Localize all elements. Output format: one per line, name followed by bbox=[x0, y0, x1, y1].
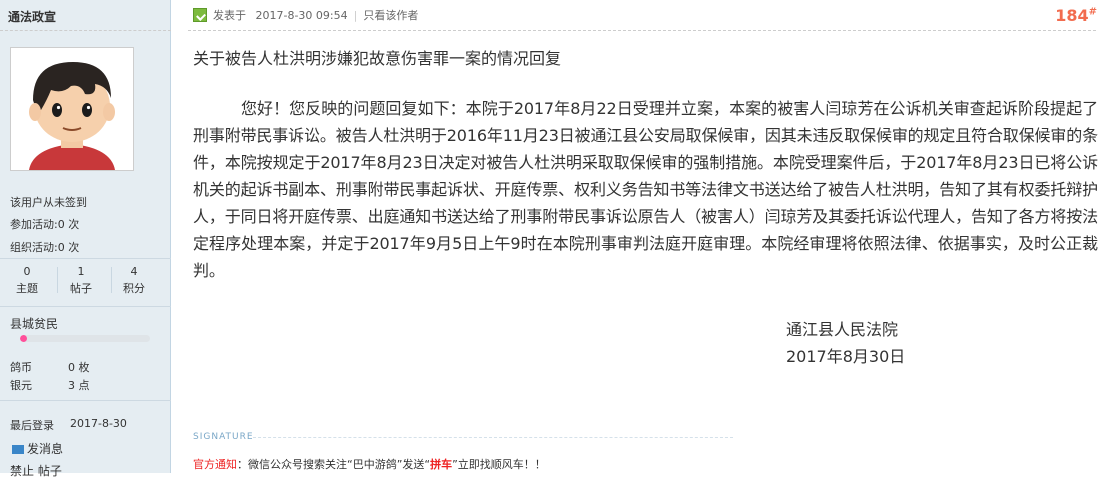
stat-topics-value: 0 bbox=[23, 265, 31, 278]
level-progress-bar bbox=[20, 335, 150, 342]
signer-org: 通江县人民法院 bbox=[786, 320, 899, 339]
stat-posts-value: 1 bbox=[77, 265, 85, 278]
signin-status: 该用户从未签到 bbox=[10, 196, 87, 209]
signature-label: SIGNATURE bbox=[193, 432, 254, 442]
author-sidebar: 通法政宣 该用户从未签到 参加活动:0 次 组织活动:0 次 0 主题 1 帖子… bbox=[0, 0, 171, 478]
pipe-divider: | bbox=[353, 9, 358, 22]
only-author-link[interactable]: 只看该作者 bbox=[363, 9, 418, 22]
user-level[interactable]: 县城贫民 bbox=[10, 315, 58, 332]
stat-points[interactable]: 4 积分 bbox=[114, 265, 154, 297]
signature-divider bbox=[253, 437, 733, 438]
send-message-button[interactable]: 发消息 bbox=[12, 440, 63, 457]
silver-value: 3 点 bbox=[68, 379, 90, 392]
divider bbox=[188, 30, 1096, 31]
envelope-icon bbox=[12, 445, 24, 454]
stat-posts-label: 帖子 bbox=[70, 282, 92, 295]
official-notice: 官方通知：微信公众号搜索关注“巴中游鸽”发送“拼车”立即找顺风车！！ bbox=[193, 456, 546, 472]
author-stats: 0 主题 1 帖子 4 积分 bbox=[0, 258, 171, 299]
floor-mark: # bbox=[1088, 6, 1097, 18]
online-status-icon bbox=[193, 8, 207, 22]
stat-topics[interactable]: 0 主题 bbox=[7, 265, 47, 297]
avatar[interactable] bbox=[10, 47, 134, 171]
divider bbox=[0, 30, 171, 31]
stat-points-value: 4 bbox=[130, 265, 138, 278]
divider bbox=[111, 267, 112, 293]
notice-highlight: 拼车 bbox=[430, 458, 453, 471]
stat-posts[interactable]: 1 帖子 bbox=[61, 265, 101, 297]
notice-text-1: ：微信公众号搜索关注“巴中游鸽”发送“ bbox=[237, 458, 431, 471]
divider bbox=[0, 400, 171, 401]
floor-number[interactable]: 184# bbox=[1055, 6, 1097, 25]
floor-number-value: 184 bbox=[1055, 6, 1089, 25]
posted-time: 2017-8-30 09:54 bbox=[255, 9, 348, 22]
last-login-label: 最后登录 bbox=[10, 419, 54, 432]
post-signer: 通江县人民法院 2017年8月30日 bbox=[786, 316, 905, 370]
coins-value: 0 枚 bbox=[68, 361, 90, 374]
posted-label: 发表于 bbox=[213, 9, 246, 22]
post-body: 您好！您反映的问题回复如下：本院于2017年8月22日受理并立案，本案的被害人闫… bbox=[193, 99, 1098, 280]
stat-topics-label: 主题 bbox=[16, 282, 38, 295]
activity-organize: 组织活动:0 次 bbox=[10, 241, 80, 254]
coins-label: 鸽币 bbox=[10, 361, 32, 374]
post-meta: 发表于 2017-8-30 09:54 | 只看该作者 bbox=[193, 7, 418, 25]
signer-date: 2017年8月30日 bbox=[786, 347, 906, 366]
divider bbox=[0, 306, 171, 307]
stat-points-label: 积分 bbox=[123, 282, 145, 295]
notice-text-2: ”立即找顺风车！！ bbox=[452, 458, 546, 471]
bottom-links[interactable]: 禁止 帖子 bbox=[10, 462, 62, 479]
post-title: 关于被告人杜洪明涉嫌犯故意伤害罪一案的情况回复 bbox=[193, 49, 562, 68]
divider bbox=[57, 267, 58, 293]
activity-join: 参加活动:0 次 bbox=[10, 218, 80, 231]
author-username[interactable]: 通法政宣 bbox=[8, 8, 56, 25]
send-message-label: 发消息 bbox=[27, 442, 64, 456]
silver-label: 银元 bbox=[10, 379, 32, 392]
level-progress-fill bbox=[20, 335, 27, 342]
notice-prefix[interactable]: 官方通知 bbox=[193, 458, 237, 471]
last-login-value: 2017-8-30 bbox=[70, 417, 127, 430]
